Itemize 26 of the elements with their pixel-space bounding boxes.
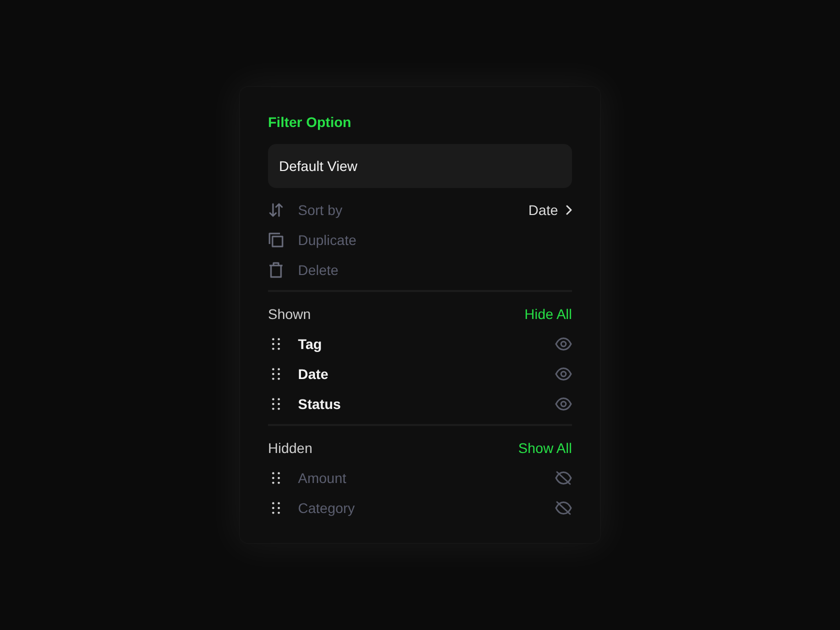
sort-arrows-icon [268, 202, 284, 218]
section-heading: Hidden [268, 440, 312, 456]
field-label: Amount [298, 470, 348, 486]
eye-icon[interactable] [555, 367, 572, 381]
sort-value-button[interactable]: Date [528, 202, 572, 218]
toggle-all-link[interactable]: Hide All [524, 306, 572, 322]
field-label: Category [298, 500, 356, 516]
toggle-all-link[interactable]: Show All [518, 440, 572, 456]
panel-title: Filter Option [268, 113, 352, 132]
drag-handle-icon[interactable] [272, 368, 280, 380]
drag-handle-icon[interactable] [272, 338, 280, 350]
eye-icon[interactable] [555, 397, 572, 411]
eye-slash-icon[interactable] [555, 501, 572, 515]
duplicate-icon [268, 232, 284, 248]
drag-handle-icon[interactable] [272, 502, 280, 514]
view-name-field[interactable]: Default View [268, 144, 572, 188]
section-heading: Shown [268, 306, 311, 322]
drag-handle-icon[interactable] [272, 472, 280, 484]
field-label: Date [298, 366, 330, 382]
drag-handle-icon[interactable] [272, 398, 280, 410]
field-label: Status [298, 396, 342, 412]
eye-slash-icon[interactable] [555, 471, 572, 485]
chevron-right-icon [566, 205, 572, 215]
field-label: Tag [298, 336, 323, 352]
trash-icon [268, 262, 284, 278]
eye-icon[interactable] [555, 337, 572, 351]
